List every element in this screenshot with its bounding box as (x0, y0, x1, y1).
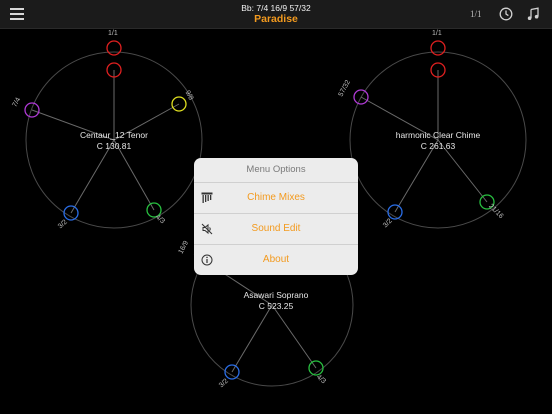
ratio-label: 1/1 (432, 30, 442, 37)
chime-mixes-label: Chime Mixes (247, 192, 305, 203)
top-bar: Bb: 7/4 16/9 57/32 Paradise 1/1 (0, 0, 552, 29)
wheel-name: Centaur_12 Tenor (80, 130, 148, 140)
music-note-icon[interactable] (526, 7, 540, 21)
clock-icon[interactable] (499, 7, 513, 21)
wheel-pitch: C 523.25 (258, 301, 294, 311)
wheel-pitch: C 130.81 (96, 141, 132, 151)
sound-edit-button[interactable]: Sound Edit (194, 214, 358, 245)
chime-node-red[interactable] (106, 40, 122, 56)
ratio-button[interactable]: 1/1 (470, 9, 482, 19)
wheel-pitch: C 261.63 (420, 141, 456, 151)
ratio-label: 1/1 (108, 30, 118, 37)
popup-title: Menu Options (194, 158, 358, 183)
chime-bars-icon (201, 192, 213, 203)
about-label: About (262, 254, 290, 265)
sound-off-icon (201, 223, 213, 235)
wheel-name: harmonic Clear Chime (395, 130, 481, 140)
menu-options-popup: Menu Options Chime Mixes Sound Edit Abou… (194, 158, 358, 275)
chime-node-red[interactable] (430, 40, 446, 56)
wheel-name: Asawari Soprano (243, 290, 309, 300)
info-icon (201, 254, 213, 266)
chime-mixes-button[interactable]: Chime Mixes (194, 183, 358, 214)
about-button[interactable]: About (194, 245, 358, 275)
sound-edit-label: Sound Edit (251, 223, 301, 234)
